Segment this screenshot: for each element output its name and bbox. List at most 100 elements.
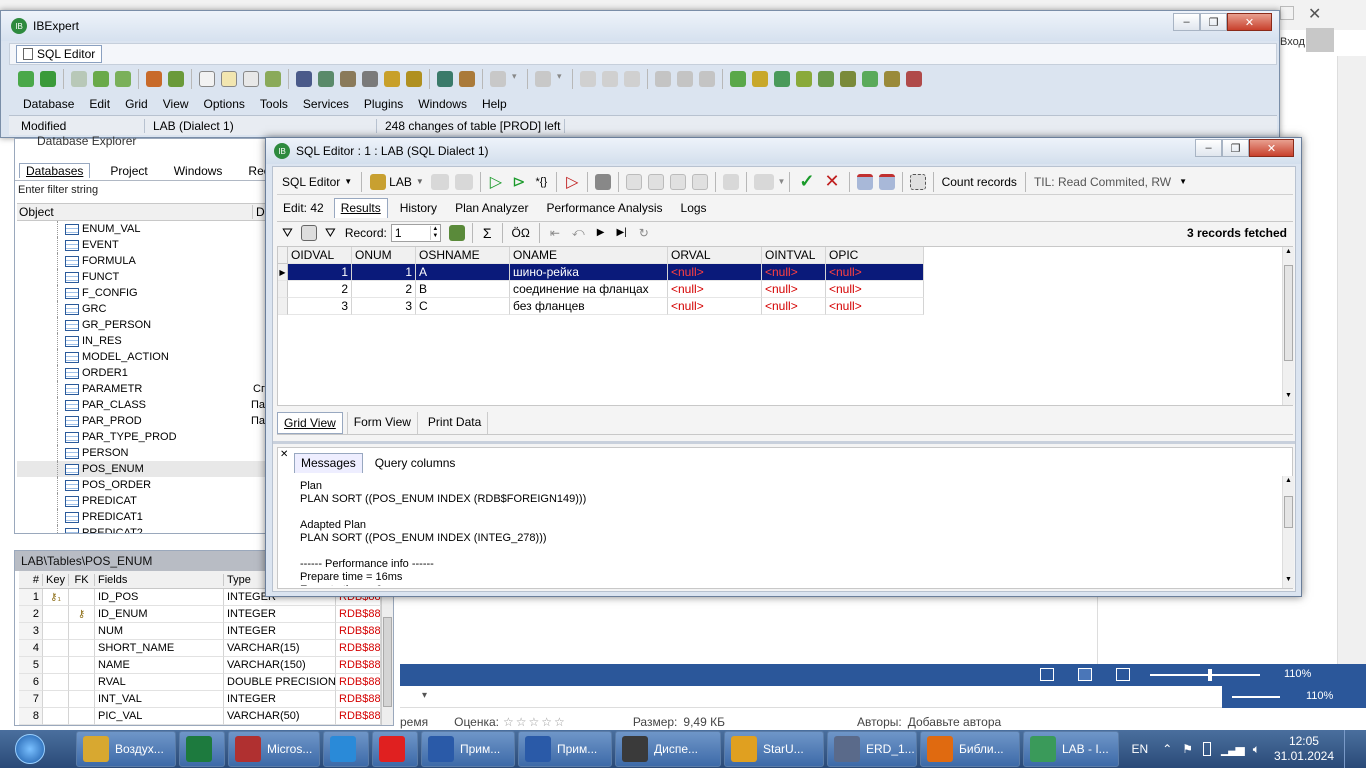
tab-messages[interactable]: Messages (294, 453, 363, 473)
grid-cell[interactable]: шино-рейка (510, 264, 668, 281)
debug-icon[interactable]: ▷ (566, 172, 578, 192)
filter-input[interactable]: Enter filter string (18, 184, 262, 200)
filter-add-icon[interactable]: ⛛ (325, 225, 336, 241)
tab-edit[interactable]: Edit: 42 (277, 201, 330, 215)
replace-icon[interactable] (699, 71, 715, 87)
last-record-icon[interactable]: ▶| (616, 227, 626, 238)
sql-editor-menu-button[interactable]: SQL Editor ▼ (277, 171, 357, 193)
paste-icon[interactable] (624, 71, 640, 87)
field-row[interactable]: 4 SHORT_NAME VARCHAR(15) RDB$88 (19, 640, 381, 657)
print-icon[interactable] (362, 71, 378, 87)
panel-splitter[interactable] (273, 441, 1295, 444)
transaction-isolation-label[interactable]: TIL: Read Commited, RW (1034, 175, 1171, 189)
execute-block-icon[interactable]: *{} (536, 176, 548, 188)
grid-cell[interactable]: <null> (762, 281, 826, 298)
tree-item[interactable]: GR_PERSON (17, 317, 265, 333)
taskbar-item[interactable]: Библи... (920, 731, 1020, 767)
filter-icon[interactable]: ⛛ (282, 225, 293, 241)
messages-scroll-down-icon[interactable]: ▼ (1285, 576, 1292, 583)
messages-scrollbar[interactable]: ▲ ▼ (1282, 476, 1294, 588)
refresh-icon[interactable]: ↻ (639, 226, 649, 240)
taskbar-item[interactable] (372, 731, 418, 767)
grid-cell[interactable]: 2 (352, 281, 416, 298)
tree-item[interactable]: PERSON (17, 445, 265, 461)
grid-cell[interactable]: 1 (352, 264, 416, 281)
grid-column-header[interactable]: OIDVAL (288, 246, 352, 264)
menu-options[interactable]: Options (204, 97, 245, 111)
secondary-dropdown-icon[interactable]: ▾ (422, 690, 427, 701)
grid-cell[interactable]: <null> (762, 298, 826, 315)
language-indicator[interactable]: EN (1132, 742, 1149, 756)
copy-query-icon[interactable] (648, 173, 665, 190)
tree-item[interactable]: PREDICAT (17, 493, 265, 509)
new-domain-icon[interactable] (884, 71, 900, 87)
tab-grid-view[interactable]: Grid View (277, 411, 343, 434)
tab-results[interactable]: Results (333, 198, 388, 218)
messages-scroll-up-icon[interactable]: ▲ (1285, 477, 1292, 484)
clock[interactable]: 12:05 31.01.2024 (1274, 734, 1334, 764)
users-icon[interactable] (384, 71, 400, 87)
commit-icon[interactable]: ✓ (799, 171, 814, 192)
tree-item[interactable]: IN_RES (17, 333, 265, 349)
tree-item[interactable]: FORMULA (17, 253, 265, 269)
new-role-icon[interactable] (906, 71, 922, 87)
database-select-button[interactable]: LAB ▼ (366, 171, 428, 193)
taskbar-item[interactable]: Прим... (518, 731, 612, 767)
lock-icon[interactable] (723, 173, 740, 190)
start-button[interactable] (2, 730, 58, 768)
tree-item[interactable]: POS_ORDER (17, 477, 265, 493)
tree-item[interactable]: PREDICAT1 (17, 509, 265, 525)
grid-column-header[interactable]: OINTVAL (762, 246, 826, 264)
sql-editor-maximize-button[interactable]: ❐ (1222, 139, 1249, 157)
execute-icon[interactable]: ▷ (490, 172, 502, 192)
tree-item[interactable]: PAR_PROD Па (17, 413, 265, 429)
field-row[interactable]: 5 NAME VARCHAR(150) RDB$88 (19, 657, 381, 674)
grid-column-header[interactable]: OPIC (826, 246, 924, 264)
grid-cell[interactable]: <null> (668, 298, 762, 315)
messages-scroll-thumb[interactable] (1284, 496, 1293, 528)
new-exception-icon[interactable] (840, 71, 856, 87)
copy-icon[interactable] (602, 71, 618, 87)
new-generator-icon[interactable] (818, 71, 834, 87)
menu-view[interactable]: View (163, 97, 189, 111)
authors-value[interactable]: Добавьте автора (908, 715, 1001, 729)
battery-icon[interactable] (1203, 742, 1212, 756)
login-link[interactable]: Вход (1280, 36, 1305, 48)
tree-item[interactable]: MODEL_ACTION (17, 349, 265, 365)
minimize-button[interactable]: – (1173, 13, 1200, 31)
new-script-icon[interactable] (221, 71, 237, 87)
taskbar-item[interactable]: LAB - I... (1023, 731, 1119, 767)
filter-panel-icon[interactable] (300, 224, 317, 241)
forward-icon[interactable] (340, 71, 356, 87)
field-row[interactable]: 6 RVAL DOUBLE PRECISION RDB$88 (19, 674, 381, 691)
field-row[interactable]: 7 INT_VAL INTEGER RDB$88 (19, 691, 381, 708)
field-row[interactable]: 8 PIC_VAL VARCHAR(50) RDB$88 (19, 708, 381, 725)
new-trigger-icon[interactable] (796, 71, 812, 87)
next-record-icon[interactable]: ▶ (597, 227, 605, 238)
background-scrollbar[interactable] (1337, 56, 1366, 664)
menu-edit[interactable]: Edit (89, 97, 110, 111)
unregister-db-icon[interactable] (40, 71, 56, 87)
field-row[interactable]: 2 ⚷ ID_ENUM INTEGER RDB$88 (19, 606, 381, 623)
zoom-slider-2[interactable] (1232, 696, 1280, 698)
menu-grid[interactable]: Grid (125, 97, 148, 111)
tree-item[interactable]: PREDICAT2 (17, 525, 265, 533)
tab-form-view[interactable]: Form View (346, 411, 418, 434)
save-icon[interactable] (535, 71, 551, 87)
volume-icon[interactable]: 🔈︎ (1253, 742, 1260, 757)
grid-scrollbar[interactable]: ▲ ▼ (1282, 247, 1294, 405)
zoom-level[interactable]: 110% (1284, 668, 1311, 680)
flag-icon[interactable]: ⚑ (1182, 742, 1193, 756)
tree-item[interactable]: EVENT (17, 237, 265, 253)
grid-scroll-thumb[interactable] (1284, 265, 1293, 361)
connect-db-icon[interactable] (71, 71, 87, 87)
backup-icon[interactable] (265, 71, 281, 87)
calendar-grid-icon[interactable] (878, 173, 895, 190)
grid-cell[interactable]: B (416, 281, 510, 298)
show-desktop-button[interactable] (1344, 730, 1356, 768)
grid-cell[interactable]: <null> (826, 264, 924, 281)
grid-scroll-up-icon[interactable]: ▲ (1285, 248, 1292, 255)
grid-cell[interactable]: <null> (668, 264, 762, 281)
rollback-icon[interactable]: ✕ (824, 171, 839, 192)
tab-plan-analyzer[interactable]: Plan Analyzer (449, 201, 534, 215)
